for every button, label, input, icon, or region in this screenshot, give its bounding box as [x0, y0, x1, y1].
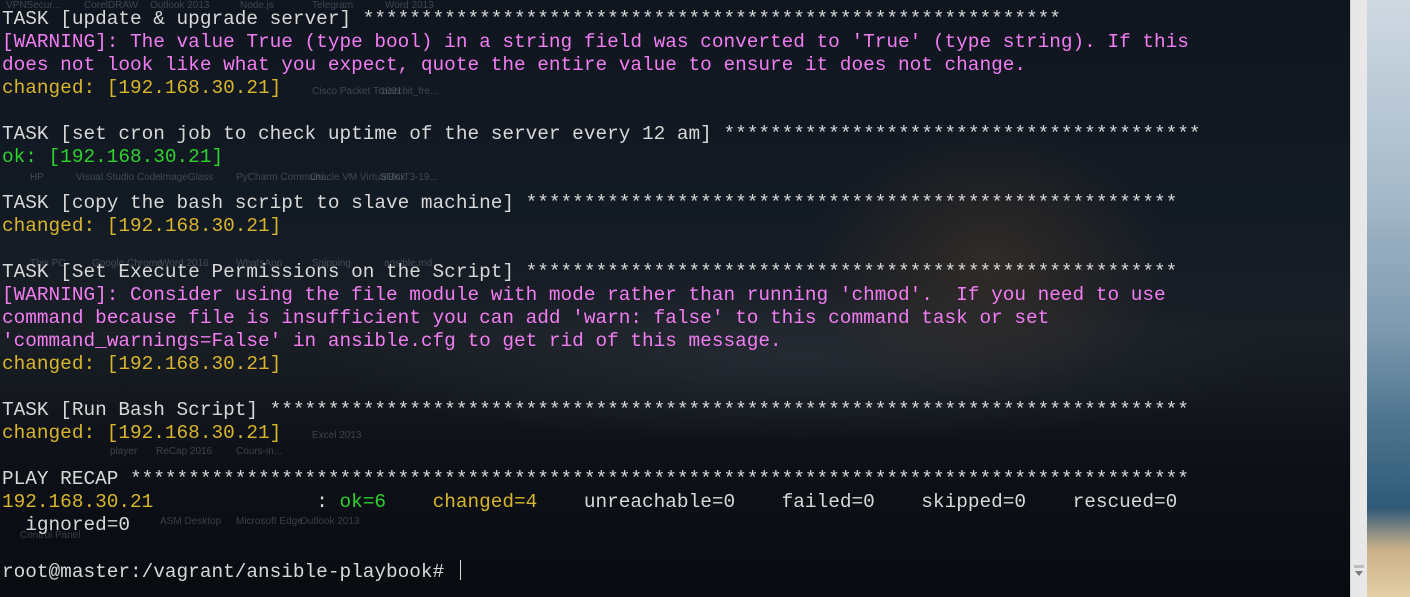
- terminal-text: root@master:/vagrant/ansible-playbook#: [2, 561, 456, 583]
- terminal-line: does not look like what you expect, quot…: [2, 54, 1344, 77]
- task-separator: ****************************************…: [130, 468, 1189, 490]
- scrollbar-thumb[interactable]: [1354, 565, 1364, 568]
- terminal-line: TASK [Run Bash Script] *****************…: [2, 399, 1344, 422]
- terminal-text: PLAY RECAP: [2, 468, 130, 490]
- terminal-text: 'command_warnings=False' in ansible.cfg …: [2, 330, 782, 352]
- terminal-line: ok: [192.168.30.21]: [2, 146, 1344, 169]
- task-separator: ****************************************…: [525, 192, 1178, 214]
- task-separator: ****************************************…: [362, 8, 1061, 30]
- task-separator: ****************************************…: [269, 399, 1189, 421]
- terminal-text: 192.168.30.21: [2, 491, 154, 513]
- terminal-text: unreachable=0 failed=0 skipped=0 rescued…: [537, 491, 1178, 513]
- terminal-line: root@master:/vagrant/ansible-playbook#: [2, 560, 1344, 583]
- desktop-wallpaper: [1367, 0, 1410, 597]
- terminal-text: TASK [Run Bash Script]: [2, 399, 270, 421]
- terminal-line: changed: [192.168.30.21]: [2, 215, 1344, 238]
- terminal-text: changed: [192.168.30.21]: [2, 215, 282, 237]
- terminal-text: ok=6: [339, 491, 387, 513]
- terminal-line: TASK [update & upgrade server] *********…: [2, 8, 1344, 31]
- terminal-text: command because file is insufficient you…: [2, 307, 1050, 329]
- terminal-line: [WARNING]: Consider using the file modul…: [2, 284, 1344, 307]
- terminal-text: TASK [set cron job to check uptime of th…: [2, 123, 724, 145]
- desktop-screen: VPNSecur... CorelDRAW Outlook 2013 Node.js T…: [0, 0, 1410, 597]
- terminal-line: 'command_warnings=False' in ansible.cfg …: [2, 330, 1344, 353]
- scroll-down-arrow-icon[interactable]: [1355, 571, 1363, 576]
- terminal-line: TASK [copy the bash script to slave mach…: [2, 192, 1344, 215]
- terminal-text: [WARNING]: Consider using the file modul…: [2, 284, 1166, 306]
- terminal-text: changed: [192.168.30.21]: [2, 77, 282, 99]
- terminal-line: command because file is insufficient you…: [2, 307, 1344, 330]
- terminal-line: [WARNING]: The value True (type bool) in…: [2, 31, 1344, 54]
- terminal-text: TASK [copy the bash script to slave mach…: [2, 192, 526, 214]
- terminal-text: TASK [update & upgrade server]: [2, 8, 363, 30]
- terminal-text: does not look like what you expect, quot…: [2, 54, 1026, 76]
- terminal-line: changed: [192.168.30.21]: [2, 77, 1344, 100]
- terminal-text: ok: [192.168.30.21]: [2, 146, 224, 168]
- terminal-text: TASK [Set Execute Permissions on the Scr…: [2, 261, 526, 283]
- terminal-line: TASK [set cron job to check uptime of th…: [2, 123, 1344, 146]
- text-cursor: [459, 560, 461, 580]
- task-separator: ****************************************…: [525, 261, 1178, 283]
- terminal-text: ignored=0: [2, 514, 130, 536]
- terminal-line: changed: [192.168.30.21]: [2, 353, 1344, 376]
- terminal-text: [WARNING]: The value True (type bool) in…: [2, 31, 1189, 53]
- terminal-line: ignored=0: [2, 514, 1344, 537]
- terminal-window[interactable]: VPNSecur... CorelDRAW Outlook 2013 Node.js T…: [0, 0, 1350, 597]
- terminal-line: PLAY RECAP *****************************…: [2, 468, 1344, 491]
- terminal-line: changed: [192.168.30.21]: [2, 422, 1344, 445]
- terminal-scrollbar[interactable]: [1350, 0, 1367, 597]
- terminal-text: :: [153, 491, 340, 513]
- terminal-text: changed: [192.168.30.21]: [2, 353, 282, 375]
- terminal-line: TASK [Set Execute Permissions on the Scr…: [2, 261, 1344, 284]
- task-separator: ****************************************…: [723, 123, 1201, 145]
- terminal-output: TASK [update & upgrade server] *********…: [2, 8, 1344, 583]
- terminal-text: changed: [192.168.30.21]: [2, 422, 282, 444]
- terminal-line: 192.168.30.21 : ok=6 changed=4 unreachab…: [2, 491, 1344, 514]
- terminal-text: changed=4: [432, 491, 538, 513]
